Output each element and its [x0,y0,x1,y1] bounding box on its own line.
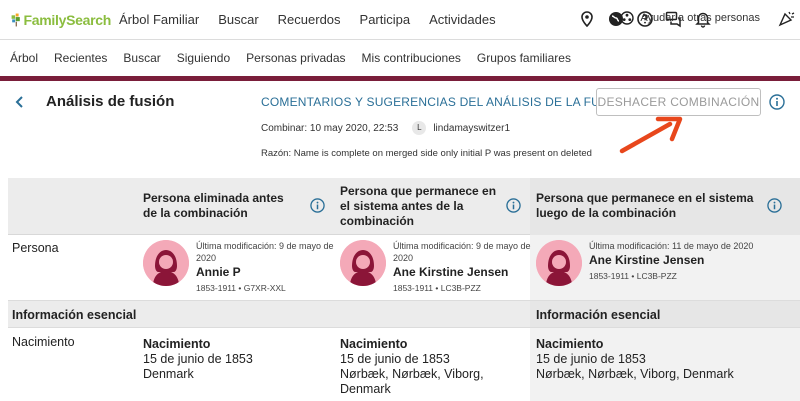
person-name[interactable]: Ane Kirstine Jensen [393,265,533,280]
birth-label: Nacimiento [143,337,211,351]
nav-buscar[interactable]: Buscar [218,12,258,27]
helper-network-icon [620,11,635,25]
person-lifespan-id: 1853-1911 • LC3B-PZZ [393,283,481,293]
birth-deleted: Nacimiento 15 de junio de 1853 Denmark [143,337,323,382]
female-portrait-icon [143,240,189,286]
user-avatar: L [412,121,427,135]
subnav-personas-privadas[interactable]: Personas privadas [246,51,345,65]
familysearch-logo[interactable]: FamilySearch [11,9,111,31]
row-label-person: Persona [12,241,59,255]
person-name[interactable]: Annie P [196,265,336,280]
birth-label: Nacimiento [340,337,408,351]
person-card-remaining-before[interactable]: Última modificación: 9 de mayo de 2020 A… [340,240,533,293]
brand-name: FamilySearch [23,11,112,28]
subnav-grupos-familiares[interactable]: Grupos familiares [477,51,571,65]
person-name[interactable]: Ane Kirstine Jensen [589,253,769,268]
tree-subnavigation: Árbol Recientes Buscar Siguiendo Persona… [0,40,800,76]
merge-user[interactable]: lindamayswitzer1 [433,123,510,134]
page-title: Análisis de fusión [46,93,175,110]
section-title: Información esencial [12,308,137,322]
column-title-remaining-before: Persona que permanece en el sistema ante… [340,184,497,228]
section-title: Información esencial [536,308,661,322]
person-modified: Última modificación: 9 de mayo de 2020 [196,241,334,263]
female-portrait-icon [340,240,386,286]
info-icon[interactable] [506,198,521,213]
subnav-recientes[interactable]: Recientes [54,51,107,65]
tree-logo-icon [11,13,20,26]
merge-reason: Razón: Name is complete on merged side o… [261,148,592,159]
annotation-arrow-icon [619,116,683,154]
column-title-deleted: Persona eliminada antes de la combinació… [143,191,284,220]
nav-recuerdos[interactable]: Recuerdos [278,12,341,27]
subnav-mis-contribuciones[interactable]: Mis contribuciones [362,51,461,65]
person-modified: Última modificación: 11 de mayo de 2020 [589,241,754,251]
person-lifespan-id: 1853-1911 • G7XR-XXL [196,283,286,293]
subnav-siguiendo[interactable]: Siguiendo [177,51,230,65]
subnav-arbol[interactable]: Árbol [10,51,38,65]
birth-date: 15 de junio de 1853 [143,352,253,366]
merge-info: Combinar: 10 may 2020, 22:53 L lindamays… [261,121,510,135]
birth-date: 15 de junio de 1853 [536,352,646,366]
birth-label: Nacimiento [536,337,604,351]
nav-actividades[interactable]: Actividades [429,12,495,27]
person-card-deleted[interactable]: Última modificación: 9 de mayo de 2020 A… [143,240,336,293]
nav-arbol-familiar[interactable]: Árbol Familiar [119,12,199,27]
map-pin-icon[interactable] [578,10,596,28]
birth-place: Nørbæk, Nørbæk, Viborg, Denmark [536,367,734,381]
row-label-birth: Nacimiento [12,335,75,349]
merge-comparison-table: Persona eliminada antes de la combinació… [8,178,800,401]
female-portrait-icon [536,240,582,286]
birth-date: 15 de junio de 1853 [340,352,450,366]
subnav-buscar[interactable]: Buscar [123,51,160,65]
help-others-link[interactable]: Ayudar a otras personas [620,11,760,25]
comments-feedback-link[interactable]: COMENTARIOS Y SUGERENCIAS DEL ANÁLISIS D… [261,95,630,109]
table-header-row: Persona eliminada antes de la combinació… [8,178,800,235]
info-icon[interactable] [310,198,325,213]
undo-merge-button[interactable]: DESHACER COMBINACIÓN [596,88,761,116]
info-icon[interactable] [767,198,782,213]
birth-place: Nørbæk, Nørbæk, Viborg, Denmark [340,367,484,396]
birth-place: Denmark [143,367,194,381]
birth-remaining-after: Nacimiento 15 de junio de 1853 Nørbæk, N… [536,337,786,382]
celebration-icon[interactable] [778,9,796,27]
help-others-label: Ayudar a otras personas [640,12,760,24]
person-card-remaining-after[interactable]: Última modificación: 11 de mayo de 2020 … [536,240,769,286]
person-modified: Última modificación: 9 de mayo de 2020 [393,241,531,263]
nav-participa[interactable]: Participa [360,12,411,27]
info-icon[interactable] [769,94,785,110]
merge-date: Combinar: 10 may 2020, 22:53 [261,122,399,134]
section-header-essential: Información esencial Información esencia… [8,300,800,328]
birth-remaining-before: Nacimiento 15 de junio de 1853 Nørbæk, N… [340,337,500,397]
column-title-remaining-after: Persona que permanece en el sistema lueg… [536,191,754,220]
person-lifespan-id: 1853-1911 • LC3B-PZZ [589,271,677,281]
accent-divider [0,76,800,81]
back-chevron-icon[interactable] [13,95,27,109]
